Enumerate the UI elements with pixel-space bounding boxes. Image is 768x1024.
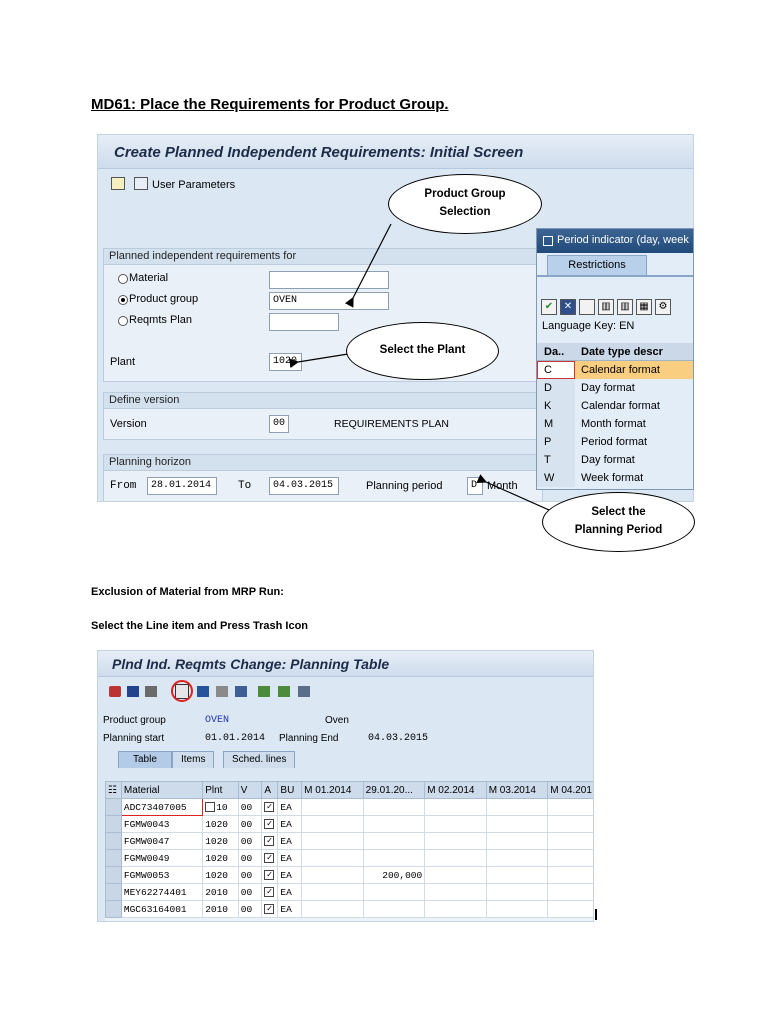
version-cell[interactable]: 00 <box>237 866 263 884</box>
doc-icon[interactable] <box>298 686 310 697</box>
planning-end-value: 04.03.2015 <box>368 733 429 744</box>
planning-table: ☷ Material Plnt V A BU M 01.2014 29.01.2… <box>105 781 593 918</box>
active-checkbox[interactable]: ✓ <box>261 849 279 867</box>
row-selector[interactable] <box>105 815 122 833</box>
table-row[interactable]: MEY62274401 2010 00 ✓ EA <box>105 883 593 901</box>
material-cell[interactable]: FGMW0049 <box>120 849 204 867</box>
plant-cell[interactable]: 1020 <box>202 832 239 850</box>
version-cell[interactable]: 00 <box>237 900 263 918</box>
row-selector[interactable] <box>105 832 122 850</box>
column-header[interactable]: M 02.2014 <box>424 781 487 799</box>
row-selector[interactable] <box>105 798 122 816</box>
version-cell[interactable]: 00 <box>237 883 263 901</box>
table-row[interactable]: FGMW0049 1020 00 ✓ EA <box>105 849 593 867</box>
tools-icon[interactable] <box>235 686 247 697</box>
column-header[interactable]: V <box>237 781 263 799</box>
material-cell[interactable]: MEY62274401 <box>120 883 204 901</box>
column-header[interactable]: M 01.2014 <box>301 781 364 799</box>
info-icon[interactable] <box>127 686 139 697</box>
active-checkbox[interactable]: ✓ <box>261 798 279 816</box>
screen-title: Plnd Ind. Reqmts Change: Planning Table <box>112 656 390 672</box>
unit-cell[interactable]: EA <box>277 866 303 884</box>
unit-cell[interactable]: EA <box>277 815 303 833</box>
unit-cell[interactable]: EA <box>277 832 303 850</box>
table-row[interactable]: FGMW0043 1020 00 ✓ EA <box>105 815 593 833</box>
tab-sched-lines[interactable]: Sched. lines <box>223 751 296 768</box>
plant-cell[interactable]: 2010 <box>202 900 239 918</box>
material-cell[interactable]: FGMW0047 <box>120 832 204 850</box>
row-selector[interactable] <box>105 883 122 901</box>
material-cell[interactable]: FGMW0043 <box>120 815 204 833</box>
active-checkbox[interactable]: ✓ <box>261 832 279 850</box>
plant-cell[interactable]: 2010 <box>202 883 239 901</box>
unit-cell[interactable]: EA <box>277 849 303 867</box>
plant-cell[interactable]: 1020 <box>202 866 239 884</box>
instruction-text: Select the Line item and Press Trash Ico… <box>91 620 309 632</box>
hierarchy-icon[interactable] <box>145 686 157 697</box>
arrow-planning-period <box>476 474 550 511</box>
column-header[interactable]: M 03.2014 <box>485 781 549 799</box>
material-cell[interactable]: MGC63164001 <box>120 900 204 918</box>
table-row[interactable]: FGMW0047 1020 00 ✓ EA <box>105 832 593 850</box>
unit-cell[interactable]: EA <box>277 900 303 918</box>
text-cursor <box>595 909 597 920</box>
plant-cell[interactable]: 1020 <box>202 815 239 833</box>
tab-table[interactable]: Table <box>118 751 172 768</box>
edit-icon[interactable] <box>216 686 228 697</box>
column-header[interactable]: BU <box>277 781 303 799</box>
column-header[interactable]: A <box>261 781 279 799</box>
active-checkbox[interactable]: ✓ <box>261 900 279 918</box>
product-group-value: OVEN <box>205 715 230 726</box>
material-cell[interactable]: FGMW0053 <box>120 866 204 884</box>
trash-highlight-circle <box>171 680 193 702</box>
row-selector[interactable] <box>105 900 122 918</box>
table-icon[interactable] <box>197 686 209 697</box>
exclusion-heading: Exclusion of Material from MRP Run: <box>91 586 284 598</box>
table-header: ☷ Material Plnt V A BU M 01.2014 29.01.2… <box>105 781 593 799</box>
active-checkbox[interactable]: ✓ <box>261 815 279 833</box>
doc-green2-icon[interactable] <box>278 686 290 697</box>
tab-items[interactable]: Items <box>172 751 215 768</box>
column-header[interactable]: Material <box>120 781 204 799</box>
row-selector[interactable] <box>105 866 122 884</box>
column-header[interactable]: 29.01.20... <box>362 781 426 799</box>
print-icon[interactable] <box>109 686 121 697</box>
planning-start-label: Planning start <box>103 733 165 744</box>
planning-table-screen: Plnd Ind. Reqmts Change: Planning Table … <box>97 650 594 922</box>
select-all-icon[interactable]: ☷ <box>105 781 122 799</box>
unit-cell[interactable]: EA <box>277 883 303 901</box>
table-row[interactable]: MGC63164001 2010 00 ✓ EA <box>105 900 593 918</box>
active-checkbox[interactable]: ✓ <box>261 883 279 901</box>
unit-cell[interactable]: EA <box>277 798 303 816</box>
column-header[interactable]: M 04.201 <box>547 781 593 799</box>
product-group-desc: Oven <box>325 715 349 726</box>
material-cell[interactable]: ADC73407005 <box>120 798 204 816</box>
planning-start-value: 01.01.2014 <box>205 733 266 744</box>
callout-product-group: Product Group Selection <box>388 174 542 234</box>
version-cell[interactable]: 00 <box>237 832 263 850</box>
active-checkbox[interactable]: ✓ <box>261 866 279 884</box>
table-row[interactable]: FGMW0053 1020 00 ✓ EA 200,000 <box>105 866 593 884</box>
column-header[interactable]: Plnt <box>202 781 239 799</box>
doc-green-icon[interactable] <box>258 686 270 697</box>
checkbox-icon <box>205 801 216 812</box>
title-bar: Plnd Ind. Reqmts Change: Planning Table <box>98 651 593 677</box>
arrow-product-group <box>344 223 392 308</box>
plant-cell[interactable]: 10 <box>202 798 239 816</box>
product-group-label: Product group <box>103 715 166 726</box>
version-cell[interactable]: 00 <box>237 815 263 833</box>
row-selector[interactable] <box>105 849 122 867</box>
callout-plant: Select the Plant <box>346 322 499 380</box>
callout-planning-period: Select the Planning Period <box>542 492 695 552</box>
plant-cell[interactable]: 1020 <box>202 849 239 867</box>
planning-end-label: Planning End <box>279 733 339 744</box>
version-cell[interactable]: 00 <box>237 798 263 816</box>
version-cell[interactable]: 00 <box>237 849 263 867</box>
arrow-plant <box>288 353 349 369</box>
planning-grid: ☷ Material Plnt V A BU M 01.2014 29.01.2… <box>105 781 593 921</box>
table-row[interactable]: ADC73407005 10 00 ✓ EA <box>105 798 593 816</box>
